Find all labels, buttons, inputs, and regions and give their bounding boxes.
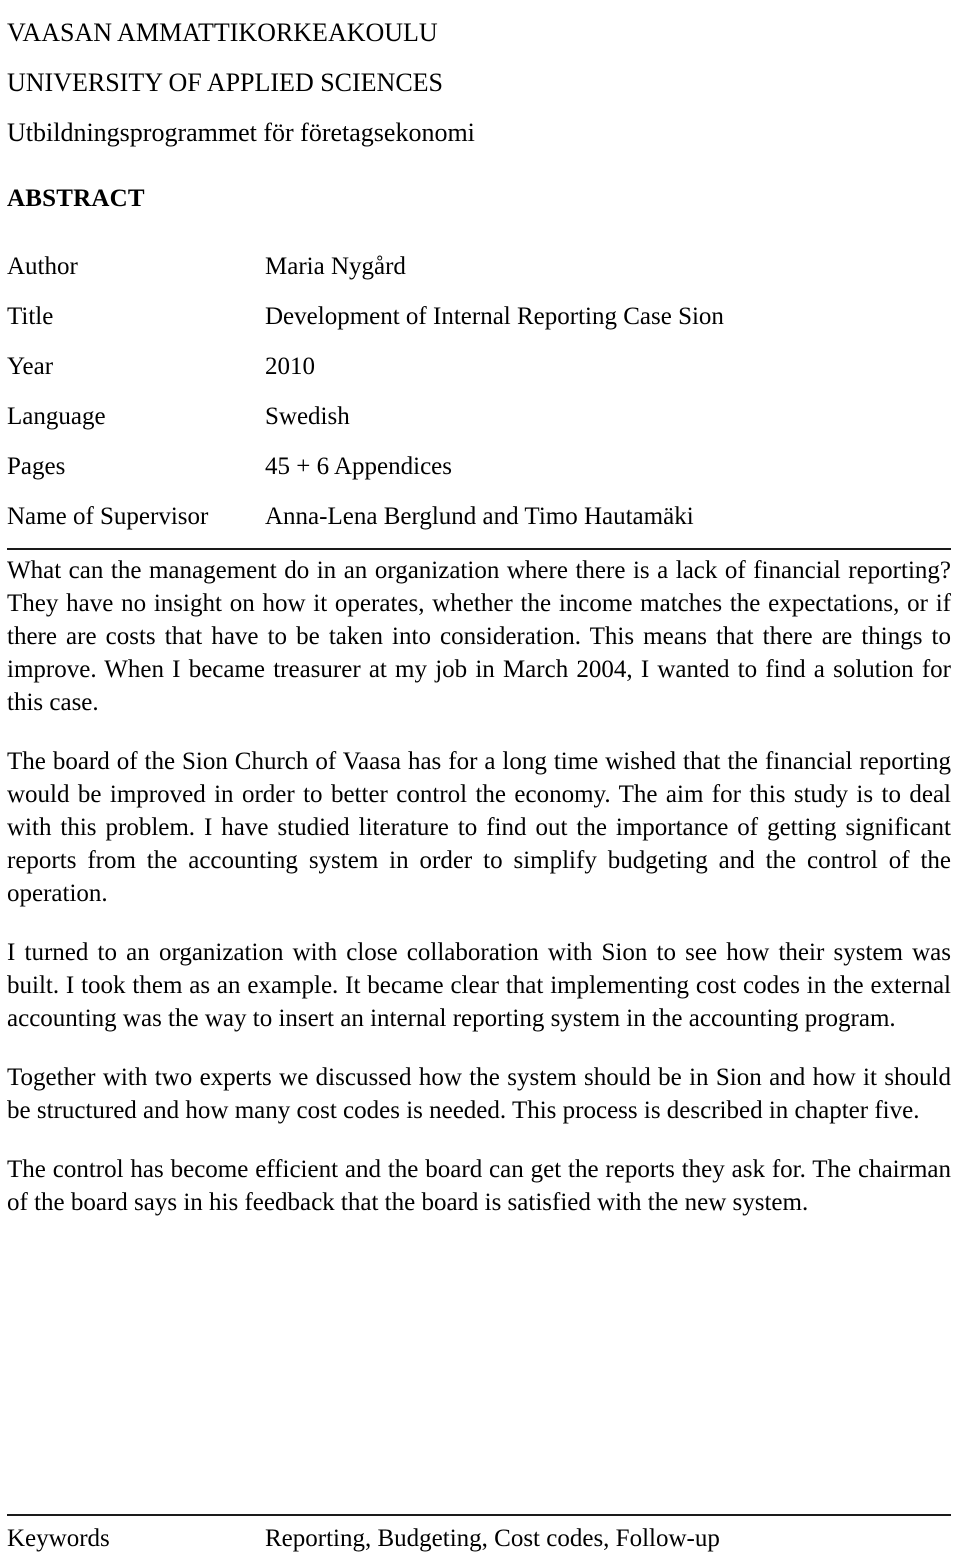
metadata-value-author: Maria Nygård [265, 253, 406, 280]
abstract-paragraph-4: Together with two experts we discussed h… [7, 1064, 951, 1124]
table-row: Author Maria Nygård [7, 242, 951, 292]
page-content: VAASAN AMMATTIKORKEAKOULU UNIVERSITY OF … [7, 0, 951, 1219]
degree-programme: Utbildningsprogrammet för företagsekonom… [7, 118, 475, 147]
institution-name-finnish: VAASAN AMMATTIKORKEAKOULU [7, 18, 438, 47]
table-row: Name of Supervisor Anna-Lena Berglund an… [7, 492, 951, 542]
abstract-paragraph-2: The board of the Sion Church of Vaasa ha… [7, 748, 951, 907]
divider-above-keywords [7, 1514, 951, 1516]
keywords-label: Keywords [7, 1525, 110, 1552]
abstract-paragraph-3: I turned to an organization with close c… [7, 939, 951, 1032]
metadata-value-pages: 45 + 6 Appendices [265, 453, 452, 480]
abstract-paragraph-5: The control has become efficient and the… [7, 1156, 951, 1216]
keywords-table: Keywords Reporting, Budgeting, Cost code… [7, 1522, 951, 1556]
keywords-footer: Keywords Reporting, Budgeting, Cost code… [7, 1506, 951, 1556]
metadata-value-year: 2010 [265, 353, 315, 380]
metadata-value-supervisor: Anna-Lena Berglund and Timo Hautamäki [265, 503, 694, 530]
institution-name-english: UNIVERSITY OF APPLIED SCIENCES [7, 68, 444, 97]
institution-header: VAASAN AMMATTIKORKEAKOULU UNIVERSITY OF … [7, 0, 951, 158]
abstract-heading: ABSTRACT [7, 185, 145, 212]
divider-above-abstract [7, 548, 951, 550]
metadata-value-title: Development of Internal Reporting Case S… [265, 303, 724, 330]
table-row: Keywords Reporting, Budgeting, Cost code… [7, 1522, 951, 1556]
metadata-label-supervisor: Name of Supervisor [7, 503, 209, 530]
metadata-table: Author Maria Nygård Title Development of… [7, 242, 951, 542]
table-row: Pages 45 + 6 Appendices [7, 442, 951, 492]
metadata-label-year: Year [7, 353, 54, 380]
abstract-body: What can the management do in an organiz… [7, 554, 951, 1219]
table-row: Title Development of Internal Reporting … [7, 292, 951, 342]
table-row: Year 2010 [7, 342, 951, 392]
abstract-paragraph-1: What can the management do in an organiz… [7, 557, 951, 716]
metadata-label-author: Author [7, 253, 78, 280]
metadata-value-language: Swedish [265, 403, 350, 430]
keywords-value: Reporting, Budgeting, Cost codes, Follow… [265, 1525, 720, 1552]
metadata-label-language: Language [7, 403, 106, 430]
abstract-page: VAASAN AMMATTIKORKEAKOULU UNIVERSITY OF … [0, 0, 960, 1557]
table-row: Language Swedish [7, 392, 951, 442]
metadata-label-title: Title [7, 303, 54, 330]
metadata-label-pages: Pages [7, 453, 66, 480]
